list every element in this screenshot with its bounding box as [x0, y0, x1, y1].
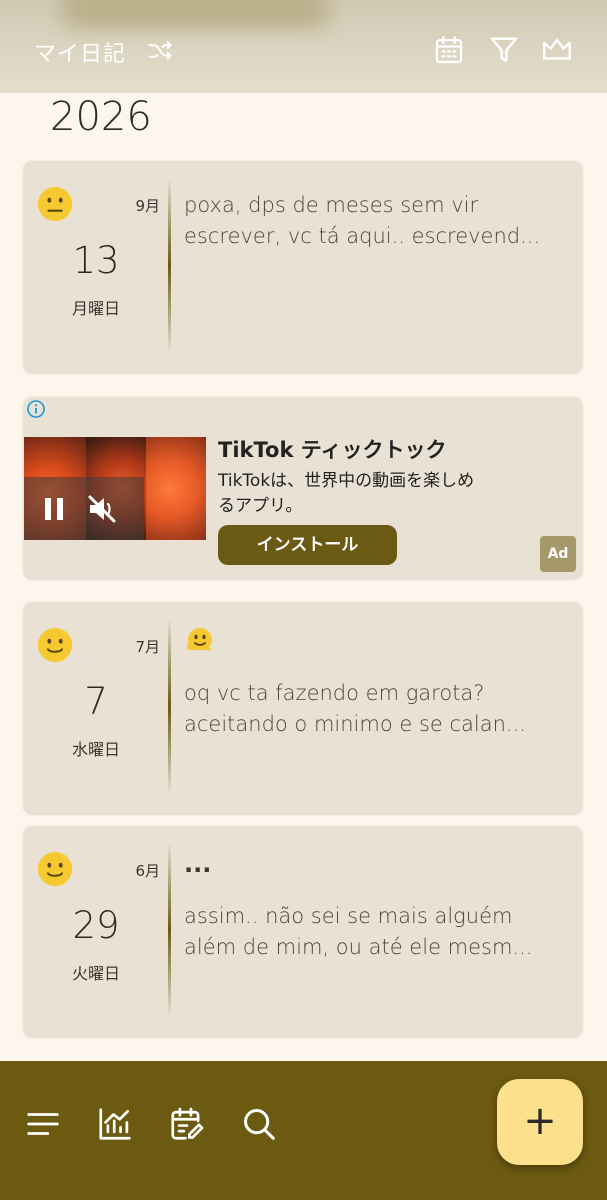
ad-video[interactable] — [24, 437, 206, 540]
ad-info-icon[interactable] — [26, 399, 46, 419]
edit-calendar-icon[interactable] — [168, 1105, 206, 1143]
filter-icon[interactable] — [487, 33, 521, 67]
calendar-icon[interactable] — [432, 33, 466, 67]
entry-preview-line: além de mim, ou até ele mesm... — [184, 935, 533, 959]
ad-banner[interactable]: TikTok ティックトック TikTokは、世界中の動画を楽しめるアプリ。 イ… — [24, 397, 582, 578]
entry-preview: poxa, dps de meses sem vir escrever, vc … — [184, 190, 569, 252]
shuffle-icon[interactable] — [146, 37, 174, 65]
entry-preview: assim.. não sei se mais alguém além de m… — [184, 901, 569, 963]
entry-preview-line: aceitando o minimo e se calan... — [184, 712, 526, 736]
entry-month: 9月 — [135, 197, 160, 215]
entry-preview-line: assim.. não sei se mais alguém — [184, 904, 513, 928]
entry-day: 29 — [72, 904, 120, 947]
entry-divider — [168, 177, 171, 354]
ad-description: TikTokは、世界中の動画を楽しめるアプリ。 — [218, 471, 475, 516]
status-bar-blur — [60, 0, 330, 28]
entry-divider — [168, 618, 171, 795]
video-frame — [146, 437, 206, 540]
entry-preview-line: poxa, dps de meses sem vir — [184, 193, 479, 217]
install-button[interactable]: インストール — [218, 525, 397, 565]
melting-face-emoji-icon — [184, 624, 216, 662]
search-icon[interactable] — [240, 1105, 278, 1143]
smiling-face-icon — [36, 626, 74, 664]
entry-month: 6月 — [135, 862, 160, 880]
entry-weekday: 月曜日 — [71, 299, 120, 318]
diary-entry-card[interactable]: 7月 7 水曜日 oq vc ta fazendo em garota? ace… — [24, 602, 582, 813]
entry-day: 7 — [84, 680, 108, 723]
entry-preview: oq vc ta fazendo em garota? aceitando o … — [184, 678, 569, 740]
neutral-face-icon — [36, 185, 74, 223]
stats-icon[interactable] — [96, 1105, 134, 1143]
app-title[interactable]: マイ日記 — [34, 36, 126, 68]
diary-entry-card[interactable]: 6月 29 火曜日 ... assim.. não sei se mais al… — [24, 826, 582, 1036]
entry-weekday: 水曜日 — [71, 740, 120, 759]
entry-weekday: 火曜日 — [71, 964, 120, 983]
entry-month: 7月 — [135, 638, 160, 656]
year-heading: 2026 — [50, 94, 152, 140]
pause-icon[interactable] — [42, 495, 66, 523]
entry-title: ... — [184, 850, 212, 878]
ad-title[interactable]: TikTok ティックトック — [218, 434, 446, 464]
entry-day: 13 — [72, 239, 120, 282]
diary-entry-card[interactable]: 9月 13 月曜日 poxa, dps de meses sem vir esc… — [24, 161, 582, 372]
top-app-bar: マイ日記 — [0, 0, 607, 93]
entry-divider — [168, 842, 171, 1018]
crown-icon[interactable] — [540, 33, 574, 67]
add-entry-button[interactable]: + — [497, 1079, 583, 1165]
smiling-face-icon — [36, 850, 74, 888]
ad-badge: Ad — [540, 536, 576, 572]
mute-icon[interactable] — [86, 493, 118, 525]
menu-icon[interactable] — [24, 1105, 62, 1143]
entry-preview-line: oq vc ta fazendo em garota? — [184, 681, 485, 705]
entry-preview-line: escrever, vc tá aqui.. escrevend... — [184, 224, 541, 248]
